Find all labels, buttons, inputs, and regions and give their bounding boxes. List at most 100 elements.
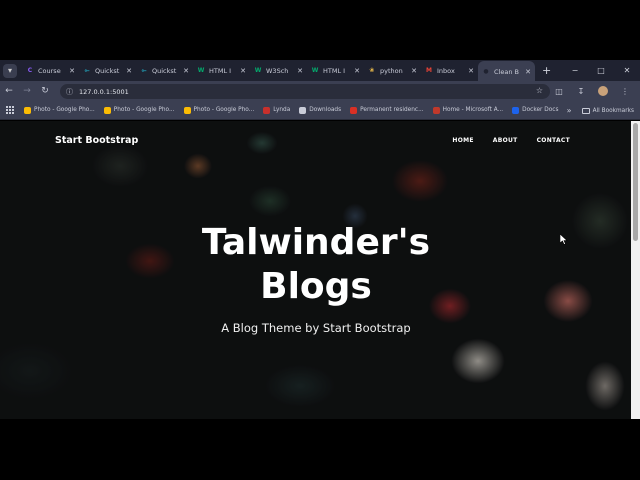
letterbox-top	[0, 0, 640, 60]
page-scrollbar[interactable]	[631, 121, 640, 419]
tab-favicon-icon: ●	[483, 68, 489, 75]
minimize-icon[interactable]: −	[562, 66, 588, 75]
bookmark-label: Photo - Google Pho...	[193, 107, 255, 113]
tab-label: W3Sch	[266, 66, 289, 75]
plus-icon[interactable]: +	[542, 64, 551, 77]
url-text[interactable]: 127.0.0.1:5001	[79, 88, 129, 96]
reload-icon[interactable]: ↻	[36, 86, 54, 96]
all-bookmarks-link[interactable]: All Bookmarks	[593, 108, 634, 114]
extensions-icon[interactable]: ◫	[548, 87, 570, 96]
tab-close-icon[interactable]: ✕	[126, 67, 132, 75]
hero-title: Talwinder's Blogs	[0, 221, 632, 309]
toolbar: ← → ↻ ⓘ 127.0.0.1:5001 ☆ ◫ ↧ ⋮	[0, 81, 640, 101]
hero-header: Talwinder's Blogs A Blog Theme by Start …	[0, 221, 632, 335]
tab-label: python	[380, 66, 403, 75]
address-bar[interactable]: ⓘ 127.0.0.1:5001 ☆	[60, 84, 550, 99]
browser-tab[interactable]: ⟜ Quickst ✕	[136, 61, 193, 80]
tab-label: Quickst	[152, 66, 177, 75]
tab-label: Quickst	[95, 66, 120, 75]
browser-tab[interactable]: W W3Sch ✕	[250, 61, 307, 80]
tab-close-icon[interactable]: ✕	[411, 67, 417, 75]
download-icon[interactable]: ↧	[570, 87, 592, 96]
bookmark-favicon-icon	[350, 106, 358, 114]
back-icon[interactable]: ←	[0, 86, 18, 96]
site-brand[interactable]: Start Bootstrap	[55, 135, 138, 146]
mouse-cursor-icon	[560, 234, 568, 245]
tab-close-icon[interactable]: ✕	[297, 67, 303, 75]
tab-label: HTML I	[323, 66, 346, 75]
bookmark-item[interactable]: Photo - Google Pho...	[103, 106, 175, 114]
tab-close-icon[interactable]: ✕	[240, 67, 246, 75]
bookmark-favicon-icon	[299, 106, 307, 114]
hero-subtitle: A Blog Theme by Start Bootstrap	[221, 321, 411, 335]
folder-icon	[581, 107, 590, 114]
bookmarks-bar: Photo - Google Pho... Photo - Google Pho.…	[0, 101, 640, 120]
bookmark-label: Home - Microsoft A...	[442, 107, 504, 113]
maximize-icon[interactable]: □	[588, 66, 614, 75]
tab-close-icon[interactable]: ✕	[69, 67, 75, 75]
tab-close-icon[interactable]: ✕	[468, 67, 474, 75]
tab-favicon-icon: W	[254, 67, 262, 74]
bookmark-favicon-icon	[512, 106, 520, 114]
scrollbar-thumb[interactable]	[633, 123, 638, 241]
tab-favicon-icon: C	[27, 67, 33, 74]
tab-favicon-icon: ⟜	[84, 66, 90, 74]
nav-contact-link[interactable]: CONTACT	[537, 137, 570, 144]
tab-label: Course	[38, 66, 61, 75]
bookmark-item[interactable]: Photo - Google Pho...	[183, 106, 255, 114]
avatar[interactable]	[598, 86, 608, 96]
bookmark-item[interactable]: Home - Microsoft A...	[432, 106, 504, 114]
browser-tab[interactable]: ● Clean B ✕	[478, 61, 535, 82]
tab-favicon-icon: ⟜	[141, 66, 147, 74]
chevron-down-icon: ▾	[7, 66, 12, 75]
bookmark-label: Permanent residenc...	[360, 107, 424, 113]
tab-close-icon[interactable]: ✕	[525, 68, 531, 76]
tab-search-dropdown[interactable]: ▾	[3, 63, 17, 78]
bookmark-item[interactable]: Permanent residenc...	[350, 106, 424, 114]
bookmark-label: Docker Docs	[522, 107, 559, 113]
tab-favicon-icon: W	[311, 67, 319, 74]
window-controls: − □ ✕	[562, 60, 640, 81]
tab-list: C Course ✕ ⟜ Quickst ✕ ⟜ Quickst ✕ W HTML I ✕ W W3Sch…	[22, 60, 535, 82]
toolbar-right: ◫ ↧ ⋮	[548, 81, 636, 101]
tab-strip: ▾ C Course ✕ ⟜ Quickst ✕ ⟜ Quickst ✕ W HTML I ✕ W W3S…	[0, 60, 640, 82]
bookmark-favicon-icon	[432, 106, 440, 114]
letterbox-bottom	[0, 419, 640, 480]
bookmark-label: Photo - Google Pho...	[34, 107, 95, 113]
browser-tab[interactable]: W HTML I ✕	[193, 61, 250, 80]
page-viewport: Start Bootstrap HOME ABOUT CONTACT Talwi…	[0, 121, 640, 419]
nav-links: HOME ABOUT CONTACT	[433, 137, 570, 144]
bookmark-favicon-icon	[263, 106, 271, 114]
bookmark-label: Lynda	[273, 107, 291, 113]
site-navbar: Start Bootstrap HOME ABOUT CONTACT	[0, 121, 630, 161]
browser-tab[interactable]: C Course ✕	[22, 61, 79, 80]
tab-favicon-icon: ❀	[369, 67, 375, 74]
forward-icon[interactable]: →	[18, 86, 36, 96]
chevron-right-icon[interactable]: »	[567, 106, 572, 115]
tab-close-icon[interactable]: ✕	[183, 67, 189, 75]
site-info-icon[interactable]: ⓘ	[66, 87, 73, 97]
bookmark-item[interactable]: Photo - Google Pho...	[24, 106, 95, 114]
close-icon[interactable]: ✕	[614, 66, 640, 75]
bookmark-favicon-icon	[103, 106, 111, 114]
browser-tab[interactable]: ❀ python ✕	[364, 61, 421, 80]
bookmark-item[interactable]: Docker Docs	[512, 106, 559, 114]
bookmark-star-icon[interactable]: ☆	[536, 86, 543, 95]
tab-close-icon[interactable]: ✕	[354, 67, 360, 75]
bookmark-favicon-icon	[183, 106, 191, 114]
tab-favicon-icon: M	[426, 67, 432, 74]
tab-favicon-icon: W	[197, 67, 205, 74]
browser-tab[interactable]: M Inbox ✕	[421, 61, 478, 80]
nav-about-link[interactable]: ABOUT	[493, 137, 518, 144]
more-menu-icon[interactable]: ⋮	[614, 87, 636, 96]
tab-label: Inbox	[437, 66, 455, 75]
hero-title-line1: Talwinder's	[201, 222, 431, 263]
nav-home-link[interactable]: HOME	[452, 137, 473, 144]
browser-tab[interactable]: W HTML I ✕	[307, 61, 364, 80]
browser-tab[interactable]: ⟜ Quickst ✕	[79, 61, 136, 80]
bookmark-item[interactable]: Downloads	[299, 106, 342, 114]
bookmark-label: Downloads	[309, 107, 342, 113]
apps-grid-icon[interactable]	[6, 106, 14, 114]
bookmark-item[interactable]: Lynda	[263, 106, 291, 114]
bookmark-list: Photo - Google Pho... Photo - Google Pho.…	[24, 106, 567, 114]
